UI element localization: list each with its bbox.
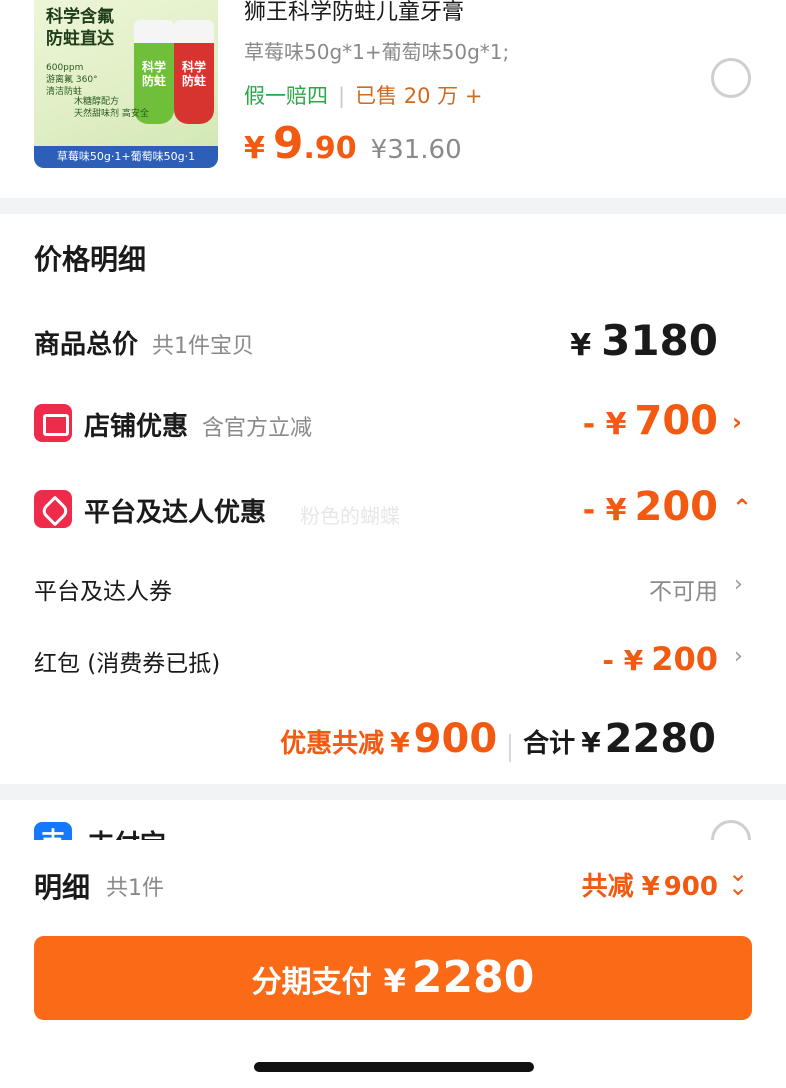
price-decimal: .90 <box>303 131 357 166</box>
chevron-right-icon[interactable]: › <box>734 572 743 597</box>
coupon-value: 不可用 <box>649 579 718 605</box>
total-item-count: 共1件宝贝 <box>152 334 255 359</box>
product-spec: 草莓味50g*1+葡萄味50g*1; <box>244 40 510 64</box>
shop-discount-row[interactable]: 店铺优惠 含官方立减 - ¥700 › <box>0 398 786 450</box>
chevron-up-icon[interactable]: ⌃ <box>732 494 752 522</box>
watermark: 粉色的蝴蝶 <box>300 504 400 528</box>
chevron-double-down-icon[interactable]: ⌄ ⌄ <box>728 861 748 899</box>
total-saved[interactable]: 共减 ¥900 <box>582 866 718 903</box>
shop-discount-value: - ¥700 <box>582 398 718 444</box>
product-image[interactable]: 科学含氟 防蛀直达 科学 防蛀 科学 防蛀 600ppm 游离氟 360° 清洁… <box>34 0 218 168</box>
platform-discount-value: - ¥200 <box>582 484 718 530</box>
product-select-radio[interactable] <box>711 58 751 98</box>
chevron-right-icon[interactable]: › <box>732 408 742 436</box>
guarantee-tag: 假一赔四 <box>244 84 328 108</box>
checkout-bar: 明细 共1件 共减 ¥900 ⌄ ⌄ 分期支付 ¥2280 <box>0 840 786 1088</box>
payment-method-name: 支付宝 <box>88 824 166 840</box>
image-headline: 科学含氟 防蛀直达 <box>46 7 114 49</box>
total-discount: 优惠共减 ¥900 <box>280 716 498 762</box>
image-note-b: 木糖醇配方 天然甜味剂 高安全 <box>74 97 149 119</box>
total-price-row: 商品总价 共1件宝贝 ¥3180 <box>0 314 786 366</box>
product-tags: 假一赔四 | 已售 20 万 + <box>244 80 482 110</box>
sold-count: 已售 20 万 + <box>355 84 483 108</box>
original-price: ¥31.60 <box>370 135 462 165</box>
tag-divider: | <box>338 84 346 108</box>
home-indicator <box>254 1062 534 1072</box>
price-detail-title: 价格明细 <box>34 243 147 276</box>
product-card[interactable]: 科学含氟 防蛀直达 科学 防蛀 科学 防蛀 600ppm 游离氟 360° 清洁… <box>0 0 786 198</box>
redpack-label: 红包 (消费券已抵) <box>34 651 221 677</box>
total-price-label: 商品总价 <box>34 330 139 360</box>
payment-select-radio[interactable] <box>711 820 751 840</box>
product-title[interactable]: 狮王科学防蛀儿童牙膏 <box>244 0 464 26</box>
price-currency: ¥ <box>244 131 265 166</box>
section-divider <box>0 198 786 214</box>
alipay-icon: 支 <box>34 822 72 840</box>
price-summary: 优惠共减 ¥900 合计 ¥2280 <box>280 716 716 762</box>
installment-pay-button[interactable]: 分期支付 ¥2280 <box>34 936 752 1020</box>
store-icon <box>34 404 72 442</box>
chevron-right-icon[interactable]: › <box>734 644 743 669</box>
shop-discount-sub: 含官方立减 <box>202 416 313 441</box>
coupon-row[interactable]: 平台及达人券 不可用 › <box>0 568 786 608</box>
redpack-value: - ¥200 <box>602 640 718 678</box>
total-price-value: ¥3180 <box>570 316 718 365</box>
detail-toggle-label[interactable]: 明细 <box>34 866 90 906</box>
grand-total: 合计 ¥2280 <box>523 716 716 762</box>
payment-method-row[interactable]: 支 支付宝 <box>0 800 786 840</box>
price-integer: 9 <box>272 118 304 169</box>
platform-discount-label: 平台及达人优惠 <box>84 498 267 528</box>
shop-discount-label: 店铺优惠 <box>84 412 189 442</box>
summary-divider <box>509 733 512 762</box>
tag-icon <box>34 490 72 528</box>
section-divider <box>0 784 786 800</box>
detail-item-count: 共1件 <box>106 876 164 901</box>
image-banner: 草莓味50g·1+葡萄味50g·1 <box>34 146 218 168</box>
redpack-row[interactable]: 红包 (消费券已抵) - ¥200 › <box>0 640 786 680</box>
red-tube: 科学 防蛀 <box>174 20 214 124</box>
product-price: ¥9.90 ¥31.60 <box>244 118 462 169</box>
coupon-label: 平台及达人券 <box>34 579 172 605</box>
image-note-a: 600ppm 游离氟 360° 清洁防蛀 <box>46 63 98 97</box>
